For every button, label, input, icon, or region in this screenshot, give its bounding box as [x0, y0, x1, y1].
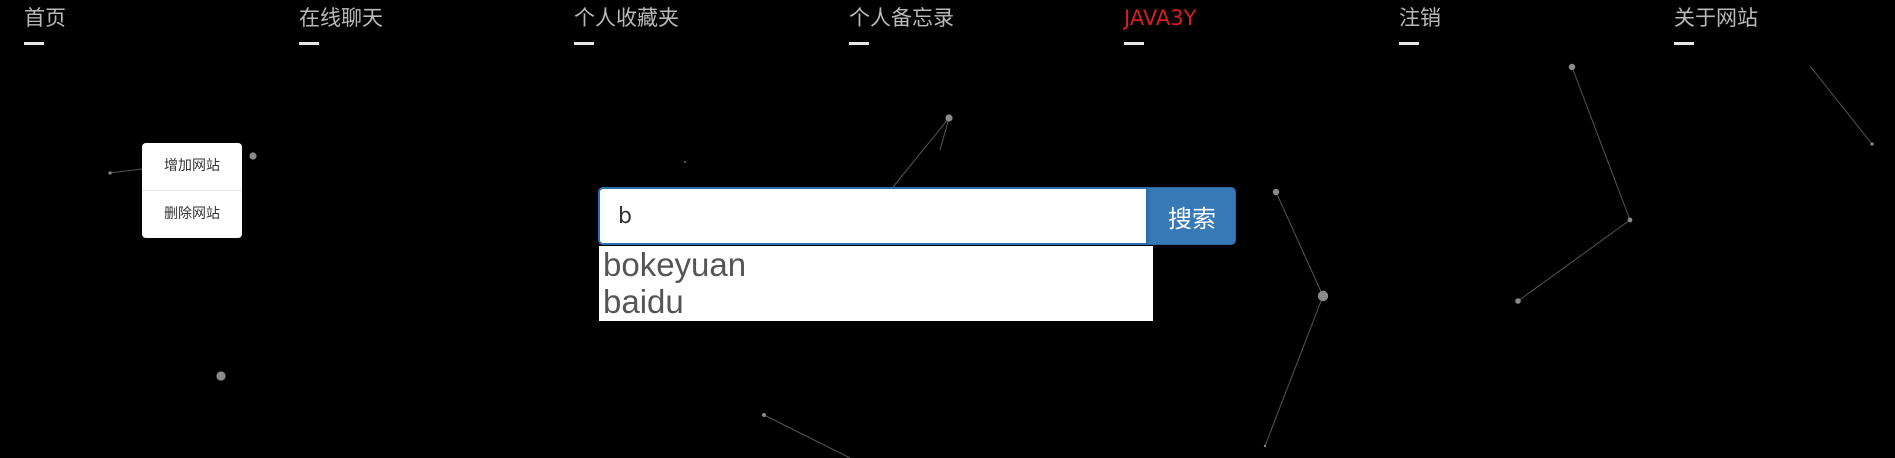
suggestion-item[interactable]: bokeyuan: [599, 246, 1153, 283]
nav-item-label: 在线聊天: [299, 6, 383, 30]
nav-underline: [1124, 42, 1144, 45]
nav-underline: [849, 42, 869, 45]
nav-underline: [1674, 42, 1694, 45]
nav-item-label: 个人备忘录: [849, 6, 954, 30]
nav-item-memo[interactable]: 个人备忘录: [849, 5, 954, 49]
nav-underline: [1399, 42, 1419, 45]
nav-underline: [24, 42, 44, 45]
nav-item-favorites[interactable]: 个人收藏夹: [574, 5, 679, 49]
nav-item-label: JAVA3Y: [1124, 6, 1197, 30]
search-button[interactable]: 搜索: [1148, 187, 1236, 245]
nav-item-online-chat[interactable]: 在线聊天: [299, 5, 383, 49]
nav-item-label: 个人收藏夹: [574, 6, 679, 30]
nav-underline: [574, 42, 594, 45]
nav-item-user[interactable]: JAVA3Y: [1124, 5, 1196, 49]
nav-item-logout[interactable]: 注销: [1399, 5, 1441, 49]
context-menu: 增加网站 删除网站: [142, 143, 242, 238]
add-site-menu-item[interactable]: 增加网站: [142, 143, 242, 190]
nav-item-label: 关于网站: [1674, 6, 1758, 30]
search-suggestions: bokeyuan baidu: [599, 246, 1153, 321]
nav-item-label: 首页: [24, 6, 66, 30]
page-stage: 首页 在线聊天 个人收藏夹 个人备忘录 JAVA3Y 注销 关于网站 增加网站: [0, 0, 1895, 458]
search-input[interactable]: [598, 187, 1148, 245]
suggestion-item[interactable]: baidu: [599, 283, 1153, 320]
nav-underline: [299, 42, 319, 45]
nav-item-label: 注销: [1399, 6, 1441, 30]
delete-site-menu-item[interactable]: 删除网站: [142, 190, 242, 237]
nav-item-about[interactable]: 关于网站: [1674, 5, 1758, 49]
nav-item-home[interactable]: 首页: [24, 5, 66, 49]
